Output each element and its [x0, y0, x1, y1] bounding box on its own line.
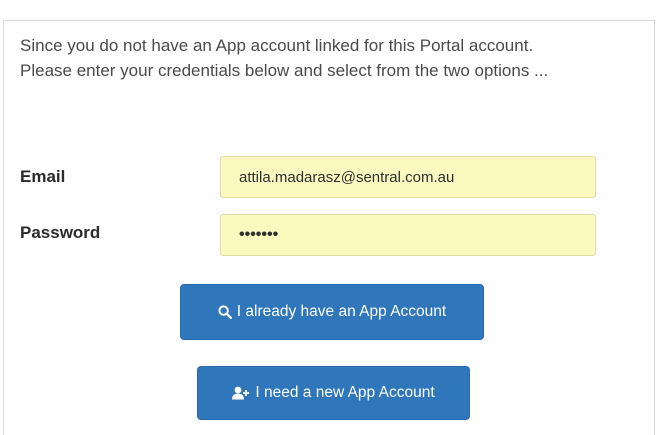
new-account-button[interactable]: I need a new App Account — [197, 366, 470, 420]
password-field[interactable] — [220, 214, 596, 256]
add-user-icon — [232, 386, 250, 400]
search-icon — [218, 305, 232, 319]
intro-line-1: Since you do not have an App account lin… — [20, 36, 534, 55]
email-label: Email — [20, 167, 66, 186]
existing-account-button[interactable]: I already have an App Account — [180, 284, 484, 340]
link-account-panel: Since you do not have an App account lin… — [3, 20, 655, 435]
existing-account-label: I already have an App Account — [236, 303, 447, 320]
password-label: Password — [20, 223, 101, 242]
new-account-label: I need a new App Account — [255, 384, 435, 401]
intro-line-2: Please enter your credentials below and … — [20, 61, 549, 80]
email-field[interactable] — [220, 156, 596, 198]
intro-text: Since you do not have an App account lin… — [20, 33, 600, 83]
